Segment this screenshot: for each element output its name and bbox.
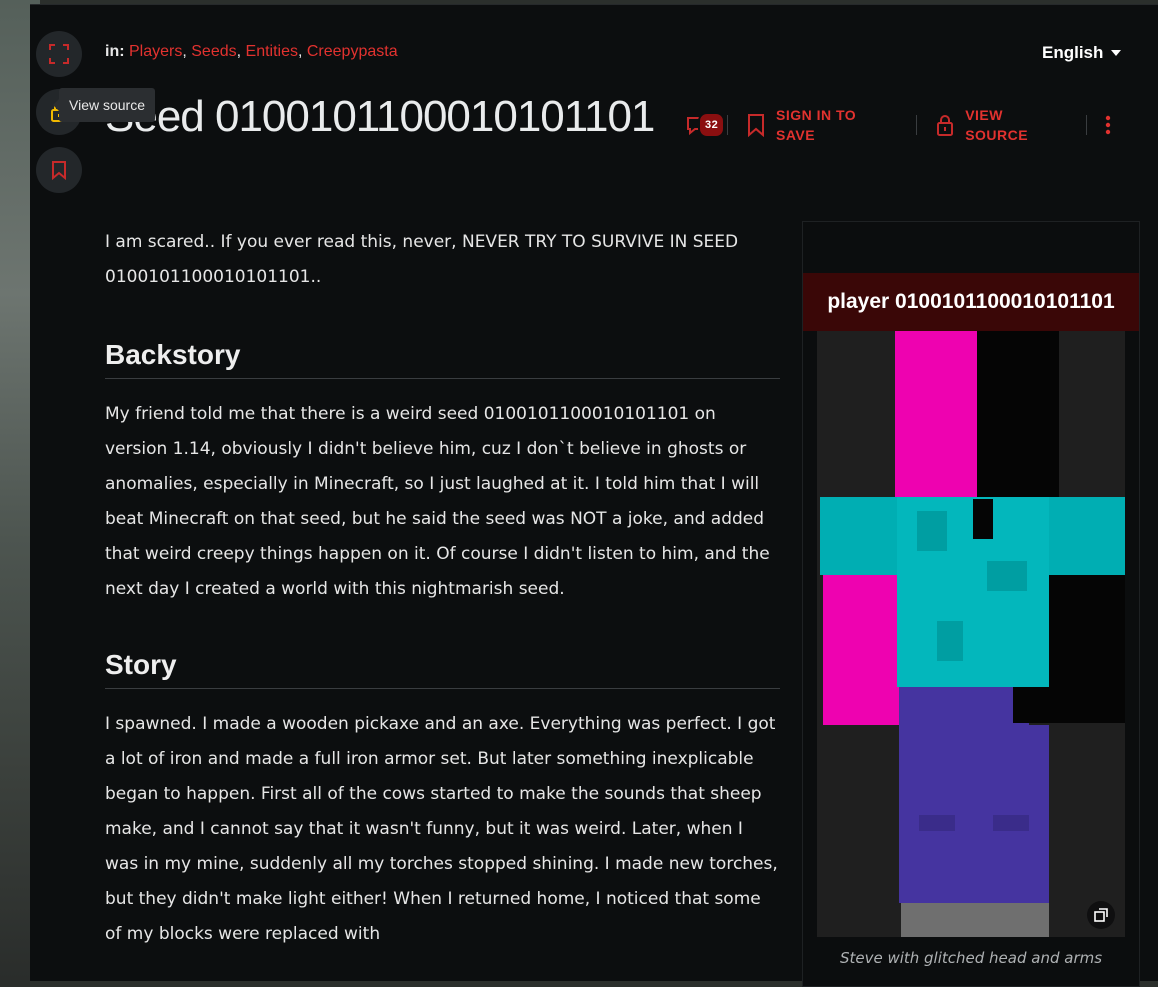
infobox-caption: Steve with glitched head and arms <box>839 949 1103 967</box>
category-link-players[interactable]: Players <box>129 43 182 60</box>
skin-torso-shade <box>987 561 1027 591</box>
infobox-title: player 0100101100010101101 <box>803 273 1139 331</box>
skin-shoes-gray <box>901 903 1049 937</box>
fullscreen-button[interactable] <box>36 31 82 77</box>
category-link-creepypasta[interactable]: Creepypasta <box>307 43 398 60</box>
skin-arm-left-magenta <box>823 575 901 725</box>
skin-lower-purple <box>899 687 1029 725</box>
view-source-label-line2: SOURCE <box>965 127 1029 143</box>
infobox: player 0100101100010101101 Steve with gl… <box>802 221 1140 987</box>
expand-image-button[interactable] <box>1087 901 1115 929</box>
skin-torso-shade <box>937 621 963 661</box>
lock-icon <box>937 115 954 136</box>
skin-legs-purple <box>899 725 1049 903</box>
backstory-paragraph: My friend told me that there is a weird … <box>105 404 770 599</box>
story-paragraph: I spawned. I made a wooden pickaxe and a… <box>105 714 778 944</box>
skin-glitch-black <box>973 499 993 539</box>
category-link-seeds[interactable]: Seeds <box>191 43 236 60</box>
view-source-tooltip: View source <box>52 88 156 122</box>
page-actions: 32 SIGN IN TO SAVE VIEW SOURCE <box>685 103 1111 147</box>
language-selector[interactable]: English <box>1042 43 1122 63</box>
comments-button[interactable]: 32 <box>685 112 726 138</box>
sign-in-label-line1: SIGN IN TO <box>776 107 857 123</box>
skin-torso-shade <box>917 511 947 551</box>
skin-arm-right-black <box>1049 575 1125 723</box>
divider <box>1086 115 1088 135</box>
category-breadcrumb: in: Players, Seeds, Entities, Creepypast… <box>105 43 398 60</box>
bookmark-rail-button[interactable] <box>36 147 82 193</box>
comments-count-badge: 32 <box>698 112 726 138</box>
category-prefix: in: <box>105 43 125 60</box>
backstory-heading: Backstory <box>105 337 780 379</box>
article-page: in: Players, Seeds, Entities, Creepypast… <box>30 4 1158 987</box>
more-options-button[interactable] <box>1105 114 1111 136</box>
article-content: I am scared.. If you ever read this, nev… <box>105 225 780 952</box>
view-source-label-line1: VIEW <box>965 107 1003 123</box>
language-label: English <box>1042 43 1104 62</box>
page-title: Seed 0100101100010101101 <box>105 92 655 141</box>
divider <box>916 115 918 135</box>
skin-arm-left-cyan <box>820 497 898 575</box>
kebab-menu-icon <box>1105 115 1111 135</box>
skin-head-black <box>977 331 1059 499</box>
category-link-entities[interactable]: Entities <box>246 43 298 60</box>
divider <box>727 115 728 135</box>
intro-paragraph: I am scared.. If you ever read this, nev… <box>105 232 739 287</box>
skin-leg-shade <box>919 815 955 831</box>
bookmark-icon <box>52 161 66 180</box>
skin-head-magenta <box>895 331 977 499</box>
sign-in-to-save-button[interactable]: SIGN IN TO SAVE <box>746 105 856 145</box>
bookmark-icon <box>748 114 764 137</box>
expand-icon <box>1094 908 1108 922</box>
skin-glitch-black <box>1013 687 1049 723</box>
story-heading: Story <box>105 647 780 689</box>
skin-leg-shade <box>993 815 1029 831</box>
fullscreen-icon <box>49 44 69 64</box>
chevron-down-icon <box>1111 50 1122 56</box>
skin-image[interactable] <box>817 331 1125 937</box>
sign-in-label-line2: SAVE <box>776 127 816 143</box>
view-source-button[interactable]: VIEW SOURCE <box>935 105 1028 145</box>
skin-arm-right-cyan <box>1047 497 1125 575</box>
